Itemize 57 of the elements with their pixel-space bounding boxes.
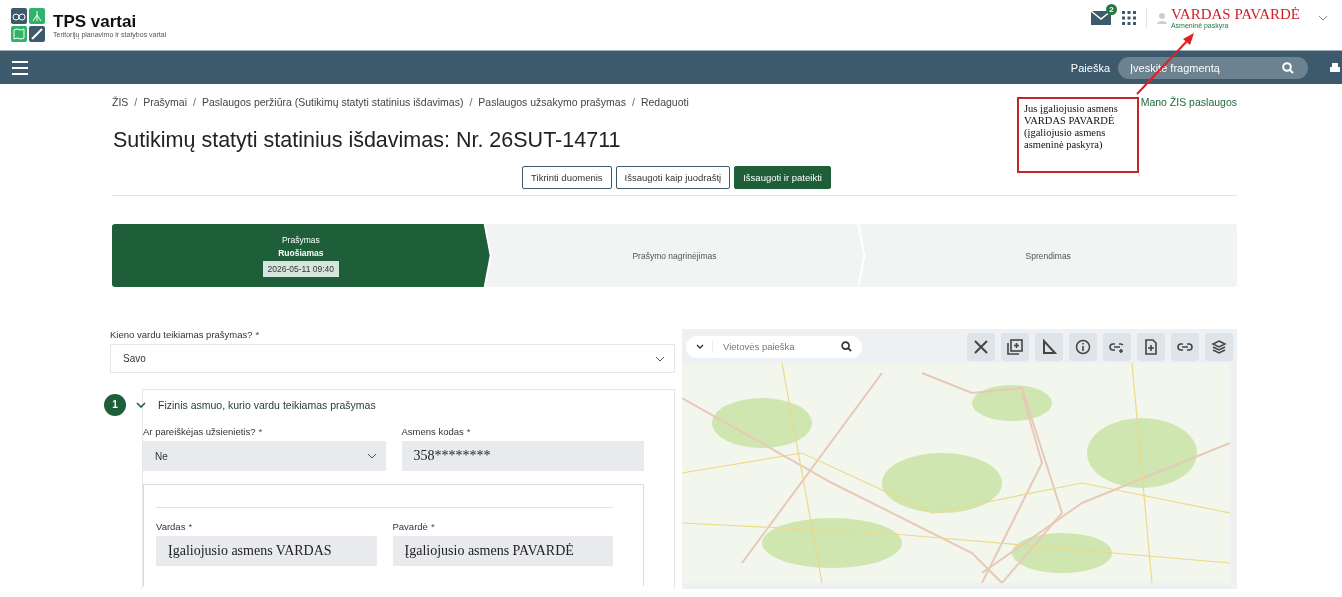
text-field[interactable]: 358******** <box>401 441 644 471</box>
required-mark: * <box>188 521 193 532</box>
user-name[interactable]: VARDAS PAVARDĖ <box>1170 7 1300 22</box>
file-add-icon[interactable] <box>1137 332 1165 361</box>
breadcrumb-separator: / <box>469 96 473 108</box>
add-layer-icon[interactable] <box>1001 332 1029 361</box>
annotation-callout: Jus įgaliojusio asmens VARDAS PAVARDĖ (įgaliojusio asmens asmeninė paskyra) <box>1017 97 1139 173</box>
action-button[interactable]: Išsaugoti ir pateikti <box>734 166 831 189</box>
info-icon[interactable] <box>1069 332 1097 361</box>
select-field[interactable]: Ne <box>143 441 386 471</box>
chevron-down-icon <box>366 453 377 459</box>
section-title[interactable]: Fizinis asmuo, kurio vardu teikiamas prašymas <box>158 399 376 411</box>
applicant-select[interactable]: Savo <box>110 344 675 373</box>
chevron-down-icon[interactable] <box>696 344 704 349</box>
progress-step[interactable]: Prašymas Ruošiamas 2026-05-11 09:40 <box>112 224 490 287</box>
required-mark: * <box>255 329 260 340</box>
location-search-field[interactable]: Vietovės paieška <box>686 335 862 358</box>
link-icon[interactable] <box>1171 332 1199 361</box>
search-label: Paieška <box>1070 61 1110 74</box>
chevron-down-icon[interactable] <box>136 402 146 408</box>
user-icon <box>1156 12 1167 24</box>
field-label: Kieno vardu teikiamas prašymas? <box>110 329 253 340</box>
progress-step[interactable]: Prašymo nagrinėjimas <box>485 224 864 287</box>
logo-title: TPS vartai <box>53 12 138 31</box>
text-field[interactable]: Įgaliojusio asmens VARDAS <box>156 536 377 566</box>
notification-badge: 2 <box>1105 4 1117 15</box>
link-add-icon[interactable] <box>1103 332 1131 361</box>
progress-step[interactable]: Sprendimas <box>859 224 1237 287</box>
breadcrumb-link[interactable]: Redaguoti <box>640 96 689 108</box>
breadcrumb-link[interactable]: Paslaugos peržiūra (Sutikimų statyti statinius išdavimas) <box>201 96 464 108</box>
required-mark: * <box>258 426 263 437</box>
section-number: 1 <box>104 394 126 416</box>
logo-icon <box>11 8 45 42</box>
required-mark: * <box>466 426 471 437</box>
search-icon[interactable] <box>841 341 852 352</box>
text-field[interactable]: Įgaliojusio asmens PAVARDĖ <box>392 536 613 566</box>
action-button[interactable]: Išsaugoti kaip juodraštį <box>615 166 731 189</box>
page-title: Sutikimų statyti statinius išdavimas: Nr. 26SUT-14711 <box>113 128 621 153</box>
field-label: Asmens kodas <box>401 426 464 437</box>
apps-grid-icon[interactable] <box>1121 11 1136 25</box>
printer-icon[interactable] <box>1330 61 1340 74</box>
breadcrumb-link[interactable]: Prašymai <box>143 96 188 108</box>
action-button[interactable]: Tikrinti duomenis <box>522 166 612 189</box>
breadcrumb-link[interactable]: ŽIS <box>112 96 129 108</box>
field-label: Pavardė <box>392 521 428 532</box>
required-mark: * <box>430 521 435 532</box>
mail-icon[interactable] <box>1089 10 1112 26</box>
breadcrumb-separator: / <box>631 96 635 108</box>
field-label: Ar pareiškėjas užsienietis? <box>143 426 256 437</box>
breadcrumb-separator: / <box>134 96 138 108</box>
menu-icon[interactable] <box>12 60 28 75</box>
layers-icon[interactable] <box>1205 332 1233 361</box>
chevron-down-icon <box>655 355 665 362</box>
breadcrumb-link[interactable]: Paslaugos užsakymo prašymas <box>478 96 626 108</box>
field-label: Vardas <box>156 521 186 532</box>
my-services-link[interactable]: Mano ŽIS paslaugos <box>1140 96 1237 108</box>
breadcrumb-separator: / <box>193 96 196 108</box>
